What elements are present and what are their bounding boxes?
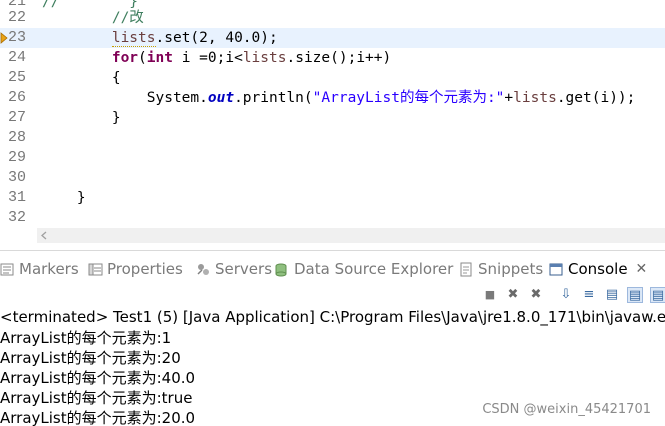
console-output[interactable]: <terminated> Test1 (5) [Java Application… xyxy=(0,305,665,426)
line-number: 32 xyxy=(8,209,27,226)
code-line[interactable]: 31 } xyxy=(0,188,665,208)
code-line[interactable]: 24 for(int i =0;i<lists.size();i++) xyxy=(0,48,665,68)
line-number: 29 xyxy=(8,149,27,166)
terminate-icon[interactable]: ■ xyxy=(482,287,498,303)
tab-label: Console xyxy=(568,260,628,278)
warning-marker-icon[interactable] xyxy=(0,32,8,44)
data-source-icon xyxy=(275,262,290,277)
console-line: ArrayList的每个元素为:20 xyxy=(0,349,181,367)
line-number: 28 xyxy=(8,129,27,146)
tab-snippets[interactable]: Snippets xyxy=(459,258,543,280)
markers-icon xyxy=(0,262,15,277)
display-selected-console-icon[interactable]: ▤ xyxy=(650,287,665,303)
tab-label: Properties xyxy=(107,260,183,278)
tab-label: Servers xyxy=(215,260,273,278)
code-line[interactable]: 27 } xyxy=(0,108,665,128)
line-number: 27 xyxy=(8,109,27,126)
console-line: ArrayList的每个元素为:true xyxy=(0,389,193,407)
code-text: for(int i =0;i<lists.size();i++) xyxy=(111,50,392,66)
remove-all-terminated-icon[interactable]: ✖ xyxy=(528,287,544,303)
tab-data-source-explorer[interactable]: Data Source Explorer xyxy=(275,258,453,280)
word-wrap-icon[interactable]: ≡ xyxy=(581,287,597,303)
line-number: 24 xyxy=(8,49,27,66)
remove-launch-icon[interactable]: ✖ xyxy=(505,287,521,303)
code-text: } xyxy=(42,110,121,126)
close-icon[interactable]: ✕ xyxy=(636,261,648,277)
code-line-current[interactable]: 23 lists.set(2, 40.0); xyxy=(0,28,665,48)
watermark: CSDN @weixin_45421701 xyxy=(482,402,651,417)
show-console-stdout-icon[interactable]: ▤ xyxy=(604,287,620,303)
horizontal-scrollbar[interactable] xyxy=(37,228,665,243)
tab-label: Snippets xyxy=(478,260,544,278)
line-number: 31 xyxy=(8,189,27,206)
console-line: ArrayList的每个元素为:40.0 xyxy=(0,369,196,387)
line-number: 25 xyxy=(8,69,27,86)
views-tab-bar: Markers Properties Servers Data Source E… xyxy=(0,250,665,286)
snippets-icon xyxy=(459,262,474,277)
code-text: lists.set(2, 40.0); xyxy=(111,30,278,47)
console-icon xyxy=(549,262,564,277)
tab-servers[interactable]: Servers xyxy=(196,258,272,280)
console-line: ArrayList的每个元素为:20.0 xyxy=(0,409,196,426)
tab-properties[interactable]: Properties xyxy=(88,258,183,280)
servers-icon xyxy=(196,262,211,277)
properties-icon xyxy=(88,262,103,277)
console-header: <terminated> Test1 (5) [Java Application… xyxy=(0,308,665,326)
line-number: 26 xyxy=(8,89,27,106)
line-number: 23 xyxy=(8,29,27,46)
console-line: ArrayList的每个元素为:1 xyxy=(0,329,172,347)
show-console-stderr-icon[interactable]: ▤ xyxy=(627,287,643,303)
code-text: //改 xyxy=(42,10,144,26)
tab-console[interactable]: Console ✕ xyxy=(549,258,648,280)
code-text: } xyxy=(42,190,86,206)
tab-label: Markers xyxy=(19,260,79,278)
code-text: System.out.println("ArrayList的每个元素为:"+li… xyxy=(42,90,636,106)
code-line[interactable]: 22 //改 xyxy=(0,8,665,28)
code-line[interactable]: 32 xyxy=(0,208,665,228)
console-toolbar: ■ ✖ ✖ ⇩ ≡ ▤ ▤ ▤ xyxy=(0,286,665,304)
scroll-lock-icon[interactable]: ⇩ xyxy=(558,287,574,303)
code-line[interactable]: 28 xyxy=(0,128,665,148)
code-line[interactable]: 29 xyxy=(0,148,665,168)
scroll-left-icon[interactable] xyxy=(40,231,48,240)
tab-markers[interactable]: Markers xyxy=(0,258,79,280)
code-line[interactable]: 25 { xyxy=(0,68,665,88)
tab-label: Data Source Explorer xyxy=(294,260,454,278)
code-line[interactable]: 30 xyxy=(0,168,665,188)
code-editor[interactable]: 21 // } 22 //改 23 lists.set(2, 40.0); 24… xyxy=(0,0,665,245)
line-number: 30 xyxy=(8,169,27,186)
code-line[interactable]: 26 System.out.println("ArrayList的每个元素为:"… xyxy=(0,88,665,108)
line-number: 22 xyxy=(8,9,27,26)
code-text: { xyxy=(42,70,121,86)
